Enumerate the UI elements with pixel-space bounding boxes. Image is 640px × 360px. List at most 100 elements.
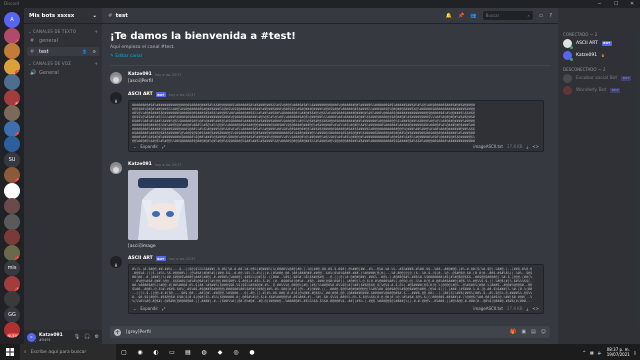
server-icon[interactable] <box>4 182 20 199</box>
github-icon[interactable]: ● <box>244 344 260 360</box>
edit-channel-link[interactable]: ✎ Editar canal <box>110 54 550 59</box>
clock[interactable]: 08:37 p. m. 19/07/2021 <box>607 347 630 357</box>
server-icon[interactable] <box>4 43 20 59</box>
member-item[interactable]: Escobar social Bot BOT <box>558 72 640 84</box>
help-icon[interactable]: ? <box>549 13 552 19</box>
server-icon[interactable]: A <box>4 12 20 28</box>
server-icon[interactable] <box>4 105 20 121</box>
message-author[interactable]: ASCII ART <box>128 92 153 97</box>
welcome-title: ¡Te damos la bienvenida a #test! <box>110 31 296 42</box>
invite-icon[interactable]: 👤 <box>82 49 87 54</box>
server-icon[interactable] <box>4 229 20 245</box>
discord-app-icon[interactable]: ◍ <box>196 344 212 360</box>
expand-icon[interactable]: ⤢ <box>162 306 165 311</box>
emoji-icon[interactable]: ☺ <box>541 329 546 335</box>
download-icon[interactable]: ⤓ <box>527 306 529 311</box>
chevron-up-icon[interactable]: ^ <box>583 350 586 355</box>
message-author[interactable]: Katze091 <box>128 72 152 77</box>
file-name[interactable]: imageASCII.txt <box>473 144 503 149</box>
server-header[interactable]: Mis bots xsxsx ⌄ <box>24 8 102 24</box>
sticker-icon[interactable]: ▤ <box>531 329 536 335</box>
server-icon[interactable] <box>4 74 20 90</box>
file-name[interactable]: imageASCII.txt <box>473 306 503 311</box>
server-icon[interactable]: SU <box>4 151 20 168</box>
server-icon[interactable]: 1 <box>4 120 20 137</box>
member-item[interactable]: Katze091 ♛ <box>558 49 640 61</box>
headphones-icon[interactable]: 🎧 <box>84 334 90 340</box>
server-icon[interactable]: 5 <box>4 275 20 292</box>
close-icon[interactable]: ✕ <box>630 1 634 7</box>
channel-test[interactable]: # test 👤 ⚙ <box>27 47 99 56</box>
server-icon[interactable]: 1 <box>4 27 20 44</box>
message-author[interactable]: ASCII ART <box>128 256 153 261</box>
server-icon[interactable] <box>4 198 20 214</box>
chevron-down-icon[interactable]: ⌄ <box>133 306 136 311</box>
speaker-icon: 🔊 <box>30 69 37 76</box>
minimize-icon[interactable]: ─ <box>598 1 601 7</box>
channel-general[interactable]: # general <box>27 36 99 45</box>
message-composer[interactable]: + [grey]Perfil 🎁 ▣ ▤ ☺ <box>110 326 550 338</box>
avatar[interactable]: A <box>110 256 122 268</box>
anime-image[interactable] <box>128 170 198 240</box>
chrome-icon[interactable]: ◉ <box>132 344 148 360</box>
server-icon[interactable]: GG <box>4 306 20 323</box>
expand-icon[interactable]: ⤢ <box>162 144 165 149</box>
server-icon[interactable] <box>4 291 20 307</box>
server-icon[interactable]: 1 <box>4 167 20 183</box>
file-explorer-icon[interactable]: ▭ <box>164 344 180 360</box>
maximize-icon[interactable]: ☐ <box>614 1 618 7</box>
add-channel-icon[interactable]: + <box>94 61 98 66</box>
add-channel-icon[interactable]: + <box>94 29 98 34</box>
task-view-icon[interactable]: ▢ <box>116 344 132 360</box>
voice-category[interactable]: ⌄ CANALES DE VOZ + <box>24 61 102 66</box>
message: A ASCII ART BOT hoy a las 20:37 #######@… <box>102 92 558 160</box>
notifications-icon[interactable]: ▯ <box>634 350 636 355</box>
server-icon-label: GG <box>8 311 16 318</box>
user-avatar-icon <box>110 75 122 84</box>
server-icon[interactable]: NUEVO <box>4 322 20 338</box>
server-icon[interactable]: 87 <box>4 89 20 106</box>
server-icon[interactable]: mis <box>4 260 20 276</box>
members-icon[interactable]: 👥 <box>470 13 476 19</box>
avatar[interactable] <box>110 72 122 84</box>
avatar[interactable]: K <box>27 332 37 343</box>
store-icon[interactable]: ▤ <box>180 344 196 360</box>
windows-start-icon[interactable] <box>0 344 20 360</box>
member-item[interactable]: ASCII ART BOT <box>558 37 640 49</box>
gear-icon[interactable]: ⚙ <box>95 334 99 340</box>
member-item[interactable]: Wonderly Bot BOT <box>558 84 640 96</box>
avatar <box>563 85 572 95</box>
add-attachment-icon[interactable]: + <box>114 328 121 336</box>
gif-icon[interactable]: ▣ <box>521 329 526 335</box>
volume-icon[interactable]: 🔈 <box>598 350 603 355</box>
avatar[interactable]: A <box>110 92 122 104</box>
gift-icon[interactable]: 🎁 <box>510 329 516 335</box>
gear-icon[interactable]: ⚙ <box>92 49 96 54</box>
microphone-icon[interactable]: 🎙 <box>74 334 80 340</box>
code-icon[interactable]: <> <box>532 144 539 149</box>
pin-icon[interactable]: 📌 <box>458 13 464 19</box>
server-icon[interactable]: 1 <box>4 244 20 261</box>
message-header: ASCII ART BOT hoy a las 20:37 <box>128 256 196 261</box>
download-icon[interactable]: ⤓ <box>527 144 529 149</box>
chevron-down-icon[interactable]: ⌄ <box>133 144 136 149</box>
vscode-icon[interactable]: ◆ <box>212 344 228 360</box>
code-icon[interactable]: <> <box>532 306 539 311</box>
steam-icon[interactable]: ◎ <box>228 344 244 360</box>
server-icon[interactable]: 2 <box>4 58 20 75</box>
server-icon[interactable] <box>4 136 20 152</box>
inbox-icon[interactable]: ▭ <box>539 13 544 19</box>
voice-channel-general[interactable]: 🔊 General <box>27 68 99 77</box>
taskbar-search-input[interactable]: ⌕ Escribe aquí para buscar <box>20 344 116 360</box>
expand-button[interactable]: Expandir <box>140 144 158 149</box>
edge-icon[interactable]: ◐ <box>148 344 164 360</box>
text-category[interactable]: ⌄ CANALES DE TEXTO + <box>24 29 102 34</box>
avatar[interactable] <box>110 162 122 174</box>
server-icon[interactable] <box>4 213 20 230</box>
message-author[interactable]: Katze091 <box>128 162 152 167</box>
expand-button[interactable]: Expandir <box>140 306 158 311</box>
message-input[interactable]: [grey]Perfil <box>126 330 151 335</box>
network-icon[interactable]: ▦ <box>590 350 594 355</box>
search-input[interactable]: Buscar ⌕ <box>482 11 533 20</box>
bell-icon[interactable]: 🔔 <box>446 13 452 19</box>
